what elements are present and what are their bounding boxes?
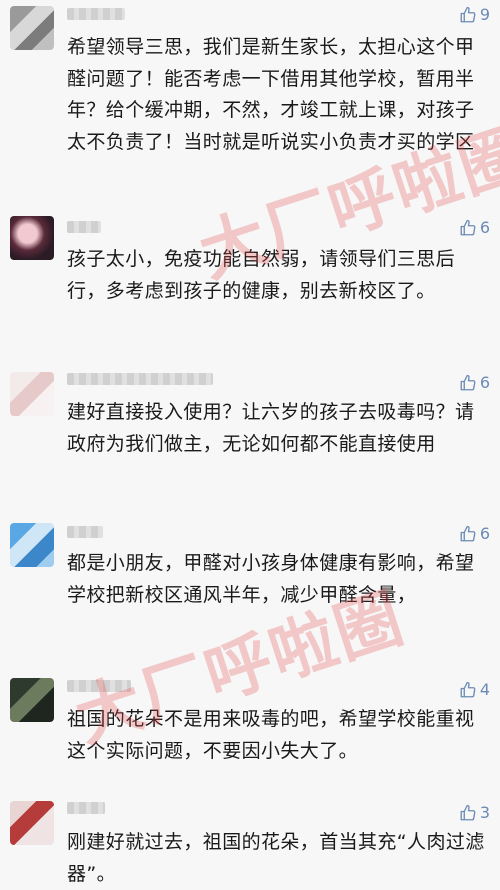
comment-text: 孩子太小，免疫功能自然弱，请领导们三思后行，多考虑到孩子的健康，别去新校区了。 bbox=[67, 248, 456, 302]
username-blurred[interactable] bbox=[67, 526, 103, 538]
thumbs-up-icon bbox=[460, 525, 476, 541]
like-count: 6 bbox=[479, 373, 490, 392]
like-button[interactable]: 3 bbox=[459, 803, 490, 822]
like-count: 6 bbox=[479, 218, 490, 237]
thumbs-up-icon bbox=[460, 374, 476, 390]
comment-text: 刚建好就过去，祖国的花朵，首当其充“人肉过滤器”。 bbox=[67, 831, 485, 885]
like-button[interactable]: 9 bbox=[459, 5, 490, 24]
avatar[interactable] bbox=[10, 523, 54, 567]
thumbs-up-icon bbox=[460, 6, 476, 22]
like-count: 9 bbox=[479, 5, 490, 24]
avatar[interactable] bbox=[10, 801, 54, 845]
thumbs-up-icon bbox=[460, 219, 476, 235]
username-blurred[interactable] bbox=[67, 221, 101, 233]
avatar[interactable] bbox=[10, 216, 54, 260]
comment-text: 祖国的花朵不是用来吸毒的吧，希望学校能重视这个实际问题，不要因小失大了。 bbox=[67, 708, 475, 762]
comment-text: 希望领导三思，我们是新生家长，太担心这个甲醛问题了！能否考虑一下借用其他学校，暂… bbox=[67, 36, 475, 153]
comment-text: 都是小朋友，甲醛对小孩身体健康有影响，希望学校把新校区通风半年，减少甲醛含量， bbox=[67, 552, 475, 606]
comment-text: 建好直接投入使用？让六岁的孩子去吸毒吗？请政府为我们做主，无论如何都不能直接使用 bbox=[67, 401, 475, 455]
like-count: 3 bbox=[479, 803, 490, 822]
like-button[interactable]: 6 bbox=[459, 218, 490, 237]
username-blurred[interactable] bbox=[67, 8, 125, 20]
like-count: 6 bbox=[479, 524, 490, 543]
avatar[interactable] bbox=[10, 678, 54, 722]
avatar[interactable] bbox=[10, 372, 54, 416]
username-blurred[interactable] bbox=[67, 373, 213, 385]
like-button[interactable]: 6 bbox=[459, 373, 490, 392]
like-button[interactable]: 4 bbox=[459, 680, 490, 699]
thumbs-up-icon bbox=[460, 804, 476, 820]
avatar[interactable] bbox=[10, 6, 54, 50]
username-blurred[interactable] bbox=[67, 802, 105, 814]
thumbs-up-icon bbox=[460, 681, 476, 697]
username-blurred[interactable] bbox=[67, 680, 131, 692]
like-button[interactable]: 6 bbox=[459, 524, 490, 543]
like-count: 4 bbox=[479, 680, 490, 699]
